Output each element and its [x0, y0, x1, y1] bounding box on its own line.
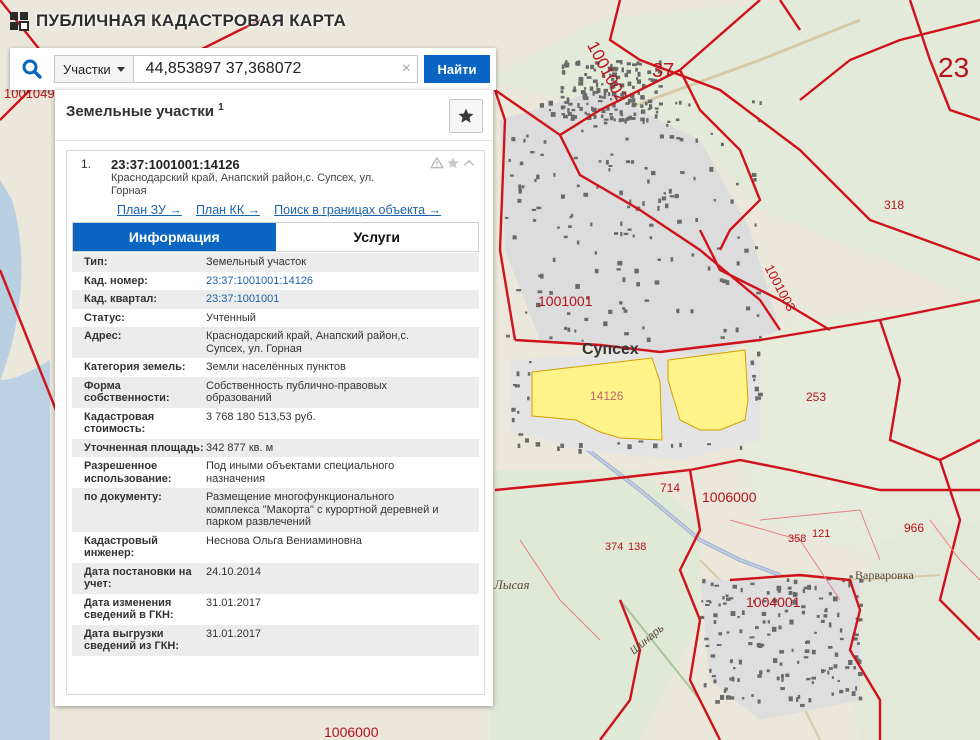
search-bar: Участки × Найти [10, 48, 496, 90]
info-value: Учтенный [206, 311, 256, 324]
info-key: Тип: [84, 256, 108, 268]
map-quarter-label: 1006000 [324, 724, 379, 740]
favorites-button[interactable] [449, 99, 483, 133]
info-key: Уточненная площадь: [84, 441, 204, 454]
result-count: 1 [218, 102, 224, 113]
app-header: ПУБЛИЧНАЯ КАДАСТРОВАЯ КАРТА [8, 8, 346, 34]
info-key: Дата постановки на учет: [84, 565, 192, 591]
result-card: 1. 23:37:1001001:14126 Краснодарский кра… [66, 150, 485, 695]
map-parcel-label: 318 [884, 198, 905, 212]
result-address: Краснодарский край, Анапский район,с. Су… [111, 172, 375, 197]
map-parcel-label: 374 [605, 541, 624, 553]
info-key: Дата изменения сведений в ГКН: [84, 596, 174, 622]
tab-services[interactable]: Услуги [275, 223, 478, 251]
info-value: Земли населённых пунктов [206, 361, 346, 373]
info-key: Дата выгрузки сведений из ГКН: [84, 627, 180, 653]
map-quarter-label: 1001001 [538, 293, 593, 309]
search-within-link[interactable]: Поиск в границах объекта → [274, 203, 441, 217]
info-row: Кадастровая стоимость: 3 768 180 513,53 р… [72, 407, 479, 439]
clear-icon[interactable]: × [402, 60, 411, 78]
info-row: Дата изменения сведений в ГКН: 31.01.2017 [72, 593, 479, 625]
info-row: Разрешенное использование: Под иными объе… [72, 457, 479, 488]
info-row: Адрес: Краснодарский край, Анапский район… [72, 327, 479, 358]
search-input[interactable] [133, 60, 417, 78]
info-row: Дата постановки на учет: 24.10.2014 [72, 562, 479, 594]
card-tabs: Информация Услуги [72, 222, 479, 252]
map-parcel-label: 966 [904, 521, 925, 535]
result-cad-number[interactable]: 23:37:1001001:14126 [111, 157, 240, 172]
info-key: Кадастровый инженер: [84, 534, 158, 560]
info-key: Кад. номер: [84, 274, 148, 287]
info-row: Кад. квартал: 23:37:1001001 [72, 290, 479, 309]
app-title[interactable]: ПУБЛИЧНАЯ КАДАСТРОВАЯ КАРТА [36, 11, 346, 31]
info-row: Тип: Земельный участок [72, 253, 479, 272]
star-icon[interactable] [446, 156, 460, 170]
warning-icon[interactable] [430, 156, 444, 170]
info-row: Дата выгрузки сведений из ГКН: 31.01.2017 [72, 624, 479, 656]
map-parcel-label: 14126 [590, 389, 624, 403]
info-key: Кад. квартал: [84, 293, 158, 305]
pkk-logo-icon[interactable] [8, 10, 30, 32]
info-value-link[interactable]: 23:37:1001001 [206, 293, 479, 306]
info-key: Адрес: [84, 330, 122, 342]
map-village-label: Варваровка [855, 568, 914, 582]
info-row: Категория земель: Земли населённых пункто… [72, 358, 479, 377]
info-row: Форма собственности: Собственность публич… [72, 376, 479, 408]
map-parcel-label: 253 [806, 390, 827, 404]
search-type-label: Участки [63, 61, 111, 77]
map-parcel-label: 358 [788, 533, 807, 545]
map-parcel-label: 714 [660, 481, 681, 495]
info-row: Кадастровый инженер: Неснова Ольга Вениам… [72, 531, 479, 563]
chevron-up-icon[interactable] [462, 156, 476, 170]
info-value: 24.10.2014 [206, 565, 262, 578]
divider [55, 140, 493, 141]
map-quarter-label: 1004001 [746, 594, 801, 610]
search-field-wrap: × [132, 55, 418, 83]
info-value: Размещение многофункционального комплекс… [206, 491, 439, 528]
info-value: Собственность публично-правовых образова… [206, 379, 388, 405]
map-parcel-label: 138 [628, 541, 647, 553]
info-row: Уточненная площадь: 342 877 кв. м [72, 438, 479, 457]
plan-kk-link[interactable]: План КК → [196, 203, 260, 217]
result-index: 1. [81, 157, 92, 171]
info-value: 31.01.2017 [206, 627, 262, 640]
panel-title: Земельные участки 1 [66, 102, 224, 120]
info-key: Кадастровая стоимость: [84, 410, 155, 436]
info-key: Разрешенное использование: [84, 460, 172, 485]
search-type-select[interactable]: Участки [54, 55, 133, 83]
tab-information[interactable]: Информация [73, 223, 276, 251]
info-key: Статус: [84, 311, 125, 324]
map-district-label: 37 [652, 60, 675, 82]
results-panel: Земельные участки 1 1. 23:37:1001001:141… [55, 90, 493, 706]
chevron-down-icon [116, 66, 125, 72]
info-row: Кад. номер: 23:37:1001001:14126 [72, 271, 479, 290]
map-quarter-label: 1006000 [702, 489, 757, 505]
map-parcel-label: 121 [812, 528, 831, 540]
info-value: Земельный участок [206, 256, 307, 268]
card-actions [430, 156, 476, 170]
info-value: 342 877 кв. м [206, 441, 274, 454]
info-value: 3 768 180 513,53 руб. [206, 410, 316, 423]
panel-header: Земельные участки 1 [55, 90, 493, 140]
info-value-link[interactable]: 23:37:1001001:14126 [206, 275, 479, 288]
info-value: Краснодарский край, Анапский район,с. Су… [206, 330, 410, 355]
info-key: по документу: [84, 491, 162, 503]
info-value: Под иными объектами специального назначе… [206, 460, 395, 485]
panel-title-text: Земельные участки [66, 103, 214, 120]
search-icon[interactable] [10, 48, 54, 90]
find-button[interactable]: Найти [424, 55, 490, 83]
star-icon [458, 108, 474, 123]
info-row: по документу: Размещение многофункциональ… [72, 488, 479, 532]
map-region-label: 23 [938, 52, 970, 83]
map-hill-label: Лысая [494, 577, 530, 592]
info-row: Статус: Учтенный [72, 308, 479, 327]
info-value: 31.01.2017 [206, 596, 262, 609]
plan-zu-link[interactable]: План ЗУ → [117, 203, 182, 217]
card-links: План ЗУ → План КК → Поиск в границах объ… [117, 203, 441, 217]
info-value: Неснова Ольга Вениаминовна [206, 534, 362, 547]
info-table: Тип: Земельный участок Кад. номер: 23:37:10… [72, 253, 479, 656]
info-key: Форма собственности: [84, 379, 170, 405]
map-settlement-label: Супсех [582, 341, 639, 358]
info-key: Категория земель: [84, 361, 186, 373]
